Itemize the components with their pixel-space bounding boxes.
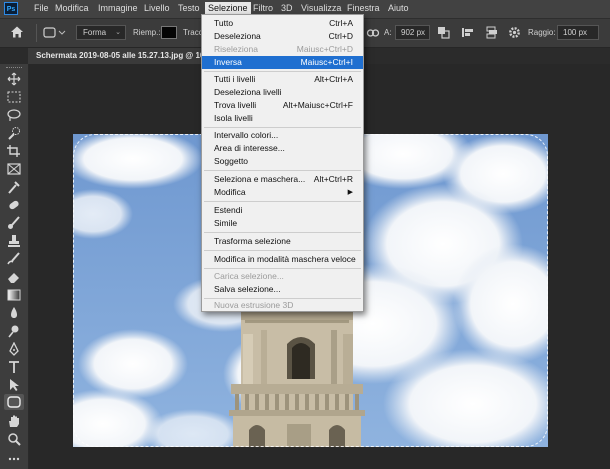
menu-separator (204, 71, 361, 72)
blur-tool-icon[interactable] (6, 306, 22, 320)
menu-immagine[interactable]: Immagine (96, 3, 140, 14)
menu-item-carica-selezione: Carica selezione... (214, 271, 284, 281)
menu-modifica[interactable]: Modifica (53, 3, 91, 14)
link-icon[interactable] (366, 27, 380, 39)
quick-select-icon[interactable] (6, 126, 22, 140)
fill-color-swatch[interactable] (161, 26, 177, 39)
menu-item-intervallo-colori[interactable]: Intervallo colori... (202, 129, 363, 142)
eyedropper-icon[interactable] (6, 180, 22, 194)
menu-item-estendi[interactable]: Estendi (202, 204, 363, 217)
submenu-arrow-icon: ▶ (347, 189, 353, 196)
menu-item-deseleziona[interactable]: Deseleziona Ctrl+D (202, 30, 363, 43)
move-tool-icon[interactable] (6, 72, 22, 86)
menu-item-riseleziona: Riseleziona Maiusc+Ctrl+D (214, 44, 353, 54)
menu-separator (204, 127, 361, 128)
radius-input[interactable]: 100 px (557, 25, 599, 40)
healing-brush-icon[interactable] (6, 198, 22, 212)
path-arrangement-icon[interactable] (485, 25, 499, 40)
menu-item-trova-livelli[interactable]: Trova livelli Alt+Maiusc+Ctrl+F (202, 99, 363, 112)
home-icon[interactable] (10, 25, 24, 39)
menu-item-soggetto[interactable]: Soggetto (202, 155, 363, 168)
marquee-tool-icon[interactable] (6, 90, 22, 104)
menu-separator (204, 232, 361, 233)
frame-tool-icon[interactable] (6, 162, 22, 176)
menu-item-maschera-veloce[interactable]: Modifica in modalità maschera veloce (202, 253, 363, 266)
photoshop-logo: Ps (4, 2, 18, 15)
type-tool-icon[interactable] (6, 360, 22, 374)
menu-item-nuova-estrusione-3d: Nuova estrusione 3D (214, 300, 294, 310)
radius-value: 100 px (563, 28, 588, 37)
menu-item-simile[interactable]: Simile (202, 217, 363, 230)
dodge-tool-icon[interactable] (6, 324, 22, 338)
gear-icon[interactable] (508, 26, 521, 39)
shape-mode-value: Forma (83, 28, 107, 37)
crop-tool-icon[interactable] (6, 144, 22, 158)
height-value: 902 px (401, 28, 426, 37)
panel-grip[interactable] (6, 67, 22, 71)
menu-separator (204, 250, 361, 251)
menu-livello[interactable]: Livello (142, 3, 172, 14)
menu-finestra[interactable]: Finestra (345, 3, 382, 14)
height-input[interactable]: 902 px (395, 25, 430, 40)
brush-tool-icon[interactable] (6, 216, 22, 230)
pen-tool-icon[interactable] (6, 341, 22, 356)
more-tools-icon[interactable] (6, 452, 22, 466)
menu-item-seleziona-e-maschera[interactable]: Seleziona e maschera... Alt+Ctrl+R (202, 173, 363, 186)
menu-file[interactable]: File (32, 3, 51, 14)
menu-visualizza[interactable]: Visualizza (299, 3, 343, 14)
rectangle-tool-icon[interactable] (4, 394, 24, 410)
menu-item-tutto[interactable]: Tutto Ctrl+A (202, 17, 363, 30)
shape-mode-select[interactable]: Forma ⌄ (76, 25, 126, 40)
menu-item-deseleziona-livelli[interactable]: Deseleziona livelli (202, 86, 363, 99)
lasso-tool-icon[interactable] (6, 108, 22, 122)
menu-separator (204, 268, 361, 269)
radius-label: Raggio: (528, 28, 556, 37)
height-label: A: (384, 28, 392, 37)
divider (36, 24, 37, 42)
path-operations-icon[interactable] (437, 26, 450, 39)
gradient-tool-icon[interactable] (6, 288, 22, 302)
selezione-dropdown-menu: Tutto Ctrl+A Deseleziona Ctrl+D Riselezion… (201, 14, 364, 312)
menu-item-area-di-interesse[interactable]: Area di interesse... (202, 142, 363, 155)
path-alignment-icon[interactable] (461, 26, 474, 39)
menu-3d[interactable]: 3D (279, 3, 295, 14)
menu-item-trasforma-selezione[interactable]: Trasforma selezione (202, 235, 363, 248)
stroke-label: Tracc (183, 28, 203, 37)
menu-item-tutti-i-livelli[interactable]: Tutti i livelli Alt+Ctrl+A (202, 73, 363, 86)
history-brush-icon[interactable] (6, 252, 22, 266)
menu-item-modifica[interactable]: Modifica ▶ (202, 186, 363, 199)
menu-item-isola-livelli[interactable]: Isola livelli (202, 112, 363, 125)
path-select-icon[interactable] (6, 378, 22, 392)
menu-separator (204, 201, 361, 202)
fill-label: Riemp.: (133, 28, 161, 37)
menu-item-salva-selezione[interactable]: Salva selezione... (202, 283, 363, 296)
tool-preset-picker[interactable] (42, 25, 68, 40)
clone-stamp-icon[interactable] (6, 234, 22, 248)
menu-aiuto[interactable]: Aiuto (386, 3, 411, 14)
menu-filtro[interactable]: Filtro (251, 3, 275, 14)
menu-testo[interactable]: Testo (176, 3, 202, 14)
tools-panel (0, 64, 29, 469)
chevron-down-icon: ⌄ (115, 29, 121, 36)
menu-item-inversa[interactable]: Inversa Maiusc+Ctrl+I (202, 56, 363, 69)
menu-separator (204, 170, 361, 171)
eraser-icon[interactable] (6, 270, 22, 284)
hand-tool-icon[interactable] (6, 414, 22, 428)
zoom-tool-icon[interactable] (6, 432, 22, 446)
